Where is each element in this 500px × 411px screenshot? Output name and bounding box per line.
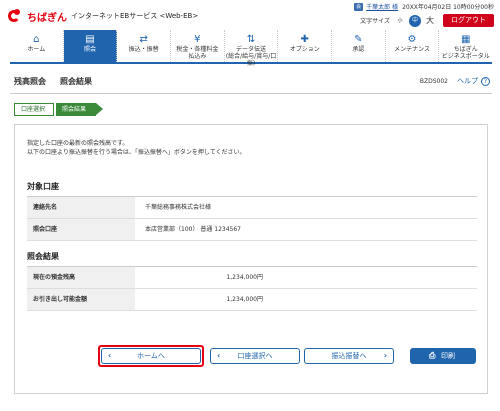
nav-item-label: 税金・各種料金 払込み — [176, 46, 219, 60]
nav-item-label: 承認 — [352, 46, 365, 53]
tax-payment-icon: ¥ — [194, 34, 201, 45]
nav-item-4[interactable]: ⇅ データ伝送 (総合/給与/賞与/口振) — [225, 30, 279, 67]
nav-item-0[interactable]: ⌂ ホーム — [10, 30, 64, 62]
logout-button[interactable]: ログアウト — [443, 14, 494, 27]
screen-id: BZDS002 — [419, 78, 448, 85]
row-key: 照会口座 — [27, 219, 135, 240]
logo-text: ちばぎん — [27, 12, 67, 24]
home-button-label: ホームへ — [137, 352, 165, 360]
nav-item-label: オプション — [289, 46, 320, 53]
nav-item-8[interactable]: ▦ ちばぎん ビジネスポータル — [439, 30, 492, 62]
last-login: 20XX年04月02日 10時00分00秒 — [402, 4, 494, 11]
nav-item-label: 振込・振替 — [128, 46, 159, 53]
data-transmission-icon: ⇅ — [246, 34, 256, 45]
chevron-left-icon: ‹ — [217, 351, 221, 360]
printer-icon: ⎙ — [429, 351, 436, 360]
row-key: 現在の預金残高 — [27, 267, 135, 288]
user-icon: 会 — [354, 2, 364, 11]
maintenance-icon: ⚙ — [407, 34, 417, 45]
user-area: 会 千葉太郎 様 20XX年04月02日 10時00分00秒 文字サイズ 小 中… — [314, 2, 494, 28]
withdrawable-value: 1,234,000円 — [226, 296, 263, 303]
table-row: 連絡先名 千葉総務事務株式会社様 — [27, 197, 477, 219]
nav-item-label: ちばぎん ビジネスポータル — [441, 46, 490, 60]
chevron-left-icon: ‹ — [108, 351, 112, 360]
transfer-button-label: 振込振替へ — [331, 352, 367, 360]
account-select-button[interactable]: ‹ 口座選択へ — [210, 348, 300, 364]
page-title-bar: 残高照会 照会結果 BZDS002 ヘルプ ? — [10, 70, 492, 94]
balance-value: 1,234,000円 — [226, 274, 263, 281]
row-value: 1,234,000円 — [135, 267, 477, 288]
text-size-small-button[interactable]: 小 — [394, 15, 406, 27]
nav-item-2[interactable]: ⇄ 振込・振替 — [117, 30, 172, 62]
portal-icon: ▦ — [460, 34, 471, 45]
text-size-medium-button[interactable]: 中 — [409, 14, 421, 27]
step-indicator: 口座選択 照会結果 — [14, 103, 104, 116]
nav-item-1[interactable]: ▤ 照会 — [63, 30, 118, 62]
target-account-table: 連絡先名 千葉総務事務株式会社様 照会口座 本店営業部（100） 普通 1234… — [27, 196, 477, 241]
text-size-label: 文字サイズ — [360, 18, 390, 25]
button-bar: ‹ ホームへ ‹ 口座選択へ 振込振替へ › ⎙ 印刷 — [14, 333, 488, 394]
page-category: 残高照会 — [14, 77, 46, 86]
user-name[interactable]: 千葉太郎 様 — [366, 2, 398, 11]
nav-item-6[interactable]: ✎ 承認 — [332, 30, 386, 62]
help-label: ヘルプ — [457, 77, 478, 85]
row-value: 本店営業部（100） 普通 1234567 — [145, 226, 241, 233]
result-title: 照会結果 — [27, 252, 59, 261]
intro-line: 以下の口座より振込振替を行う場合は、「振込振替へ」ボタンを押してください。 — [27, 149, 246, 156]
intro-text: 指定した口座の最新の照会残高です。 以下の口座より振込振替を行う場合は、「振込振… — [27, 139, 246, 157]
option-icon: ✚ — [300, 34, 309, 45]
transfer-icon: ⇄ — [139, 34, 148, 45]
home-button[interactable]: ‹ ホームへ — [101, 348, 201, 364]
user-info: 会 千葉太郎 様 20XX年04月02日 10時00分00秒 — [354, 2, 494, 11]
transfer-button[interactable]: 振込振替へ › — [304, 348, 394, 364]
row-key: お引き出し可能金額 — [27, 289, 135, 310]
text-size-large-button[interactable]: 大 — [424, 15, 436, 27]
table-row: 照会口座 本店営業部（100） 普通 1234567 — [27, 219, 477, 241]
nav-item-label: ホーム — [27, 46, 46, 53]
target-account-title: 対象口座 — [27, 182, 59, 191]
header: ちばぎん インターネットEBサービス <Web-EB> 会 千葉太郎 様 20X… — [0, 0, 500, 30]
help-question-icon: ? — [481, 76, 490, 86]
print-button-label: 印刷 — [441, 352, 455, 360]
help-link[interactable]: ヘルプ ? — [457, 76, 490, 86]
document-icon: ▤ — [85, 34, 95, 45]
service-name: インターネットEBサービス <Web-EB> — [71, 12, 199, 20]
step-account-select: 口座選択 — [14, 103, 55, 116]
approval-icon: ✎ — [354, 34, 363, 45]
nav-item-5[interactable]: ✚ オプション — [278, 30, 333, 62]
bank-logo[interactable]: ちばぎん インターネットEBサービス <Web-EB> — [8, 8, 198, 24]
chevron-right-icon: › — [383, 351, 387, 360]
row-value: 千葉総務事務株式会社様 — [145, 204, 212, 211]
table-row: 現在の預金残高 1,234,000円 — [27, 267, 477, 289]
nav-item-label: データ伝送 (総合/給与/賞与/口振) — [225, 46, 277, 67]
intro-line: 指定した口座の最新の照会残高です。 — [27, 140, 129, 147]
nav-item-3[interactable]: ¥ 税金・各種料金 払込み — [171, 30, 225, 62]
chibagin-logo-icon — [8, 8, 24, 24]
result-table: 現在の預金残高 1,234,000円 お引き出し可能金額 1,234,000円 — [27, 266, 477, 311]
global-nav: ⌂ ホーム ▤ 照会 ⇄ 振込・振替 ¥ 税金・各種料金 払込み ⇅ データ伝送 (総合/給与/賞… — [10, 30, 492, 67]
print-button[interactable]: ⎙ 印刷 — [410, 348, 476, 364]
table-row: お引き出し可能金額 1,234,000円 — [27, 289, 477, 311]
step-inquiry-result: 照会結果 — [56, 103, 104, 116]
page-title: 照会結果 — [60, 77, 92, 86]
nav-item-label: メンテナンス — [394, 46, 430, 53]
text-size-controls: 文字サイズ 小 中 大 ログアウト — [360, 14, 494, 27]
row-key: 連絡先名 — [27, 197, 135, 218]
nav-item-7[interactable]: ⚙ メンテナンス — [386, 30, 440, 62]
account-select-button-label: 口座選択へ — [237, 352, 273, 360]
row-value: 1,234,000円 — [135, 289, 477, 310]
nav-item-label: 照会 — [84, 46, 97, 53]
home-icon: ⌂ — [33, 34, 40, 45]
